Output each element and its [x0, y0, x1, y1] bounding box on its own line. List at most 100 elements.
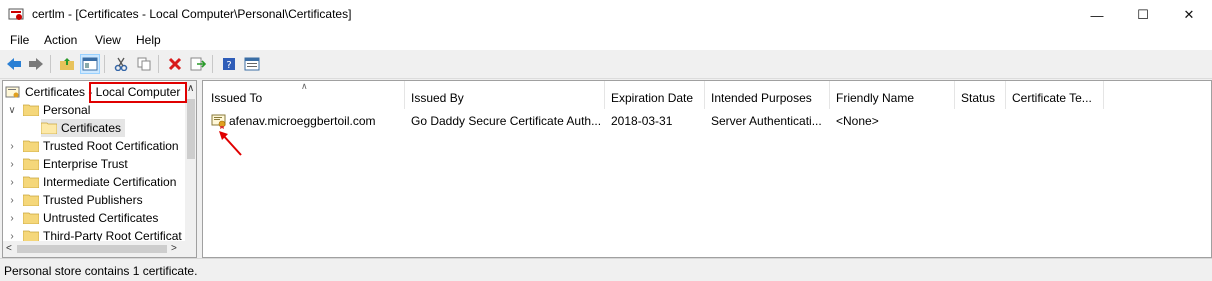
tree-item-label: Intermediate Certification	[43, 175, 177, 189]
scroll-up-icon[interactable]: ∧	[187, 83, 194, 94]
annotation-arrow-icon	[219, 131, 242, 156]
column-header-expiration-date[interactable]: Expiration Date	[605, 81, 705, 109]
tree-item-label: Personal	[43, 103, 91, 117]
delete-button[interactable]	[165, 54, 185, 74]
cell-expiration-date: 2018-03-31	[611, 114, 673, 128]
cell-intended-purposes: Server Authenticati...	[711, 114, 822, 128]
menu-file[interactable]: File	[10, 33, 29, 47]
certificate-store-icon	[5, 86, 20, 98]
tree-horizontal-scrollbar[interactable]: < >	[3, 241, 196, 257]
column-header-intended-purposes[interactable]: Intended Purposes	[705, 81, 830, 109]
column-label: Intended Purposes	[711, 91, 812, 105]
chevron-right-icon[interactable]: ›	[7, 195, 17, 206]
tree-item-enterprise-trust[interactable]: › Enterprise Trust	[7, 155, 128, 173]
folder-up-icon	[60, 58, 74, 70]
chevron-right-icon[interactable]: ›	[7, 177, 17, 188]
folder-icon	[23, 104, 39, 116]
status-text: Personal store contains 1 certificate.	[4, 264, 198, 278]
export-list-icon	[190, 57, 206, 71]
minimize-button[interactable]: —	[1074, 0, 1120, 30]
toolbar-separator	[104, 55, 105, 73]
scroll-thumb[interactable]	[187, 99, 195, 159]
folder-icon	[23, 140, 39, 152]
column-header-friendly-name[interactable]: Friendly Name	[830, 81, 955, 109]
window-title: certlm - [Certificates - Local Computer\…	[32, 7, 352, 21]
chevron-right-icon[interactable]: ›	[7, 231, 17, 242]
folder-icon	[23, 194, 39, 206]
chevron-right-icon[interactable]: ›	[7, 213, 17, 224]
folder-icon	[23, 212, 39, 224]
tree-item-label: Enterprise Trust	[43, 157, 128, 171]
delete-x-icon	[168, 57, 182, 71]
chevron-down-icon[interactable]: ∨	[7, 105, 17, 116]
copy-button[interactable]	[134, 54, 154, 74]
tree-item-personal[interactable]: ∨ Personal	[7, 101, 90, 119]
maximize-button[interactable]: ☐	[1120, 0, 1166, 30]
tree-item-label: Untrusted Certificates	[43, 211, 159, 225]
menu-action[interactable]: Action	[44, 33, 77, 47]
chevron-right-icon[interactable]: ›	[7, 159, 17, 170]
chevron-right-icon[interactable]: ›	[7, 141, 17, 152]
cell-friendly-name: <None>	[836, 114, 879, 128]
menu-help[interactable]: Help	[136, 33, 161, 47]
scroll-left-icon[interactable]: <	[6, 243, 12, 254]
toolbar-separator	[212, 55, 213, 73]
sort-ascending-icon: ∧	[301, 81, 308, 91]
back-button[interactable]	[4, 54, 24, 74]
toolbar-separator	[158, 55, 159, 73]
column-label: Issued To	[211, 91, 263, 105]
toolbar-separator	[50, 55, 51, 73]
scroll-thumb[interactable]	[17, 245, 167, 253]
column-label: Friendly Name	[836, 91, 915, 105]
tree-item-certificates[interactable]: Certificates	[41, 119, 126, 137]
properties-icon	[244, 57, 260, 71]
folder-icon	[23, 158, 39, 170]
export-list-button[interactable]	[188, 54, 208, 74]
up-one-level-button[interactable]	[57, 54, 77, 74]
menu-view[interactable]: View	[95, 33, 121, 47]
toolbar: ?	[0, 50, 1212, 79]
title-bar: certlm - [Certificates - Local Computer\…	[0, 0, 1212, 30]
column-label: Issued By	[411, 91, 464, 105]
column-header-status[interactable]: Status	[955, 81, 1006, 109]
cell-certificate-template	[1006, 111, 1104, 131]
console-tree-icon	[82, 57, 98, 71]
certificate-app-icon	[8, 8, 24, 20]
tree-vertical-scrollbar[interactable]: ∧	[185, 81, 196, 241]
column-label: Certificate Te...	[1012, 91, 1092, 105]
svg-text:?: ?	[226, 60, 231, 71]
issued-to-value: afenav.microeggbertoil.com	[229, 114, 376, 128]
cell-issued-by: Go Daddy Secure Certificate Auth...	[411, 114, 602, 128]
folder-icon	[23, 176, 39, 188]
column-header-certificate-template[interactable]: Certificate Te...	[1006, 81, 1104, 109]
tree-item-trusted-root[interactable]: › Trusted Root Certification	[7, 137, 179, 155]
help-button[interactable]: ?	[219, 54, 239, 74]
tree-item-intermediate[interactable]: › Intermediate Certification	[7, 173, 176, 191]
cell-status	[955, 111, 1006, 131]
column-label: Status	[961, 91, 996, 105]
tree-item-untrusted[interactable]: › Untrusted Certificates	[7, 209, 158, 227]
close-button[interactable]: ✕	[1166, 0, 1212, 30]
scroll-right-icon[interactable]: >	[171, 243, 177, 254]
cut-button[interactable]	[111, 54, 131, 74]
forward-arrow-icon	[29, 58, 43, 70]
tree-item-trusted-publishers[interactable]: › Trusted Publishers	[7, 191, 143, 209]
annotation-highlight-box	[89, 82, 187, 103]
tree-item-label: Certificates	[61, 121, 122, 135]
folder-icon	[41, 122, 57, 134]
help-icon: ?	[223, 58, 235, 71]
tree-item-label: Trusted Root Certification	[43, 139, 179, 153]
menu-bar: File Action View Help	[0, 30, 1212, 50]
back-arrow-icon	[7, 58, 21, 70]
certificate-list: Issued To ∧ Issued By Expiration Date In…	[202, 80, 1212, 258]
properties-button[interactable]	[242, 54, 262, 74]
column-header-issued-by[interactable]: Issued By	[405, 81, 605, 109]
copy-icon	[137, 57, 151, 71]
scissors-icon	[114, 57, 128, 71]
show-hide-console-tree-button[interactable]	[80, 54, 100, 74]
forward-button[interactable]	[26, 54, 46, 74]
console-tree: Certificates - Local Computer ∨ Personal…	[2, 80, 197, 258]
tree-item-label: Trusted Publishers	[43, 193, 143, 207]
status-bar: Personal store contains 1 certificate.	[0, 258, 1212, 281]
column-label: Expiration Date	[611, 91, 694, 105]
